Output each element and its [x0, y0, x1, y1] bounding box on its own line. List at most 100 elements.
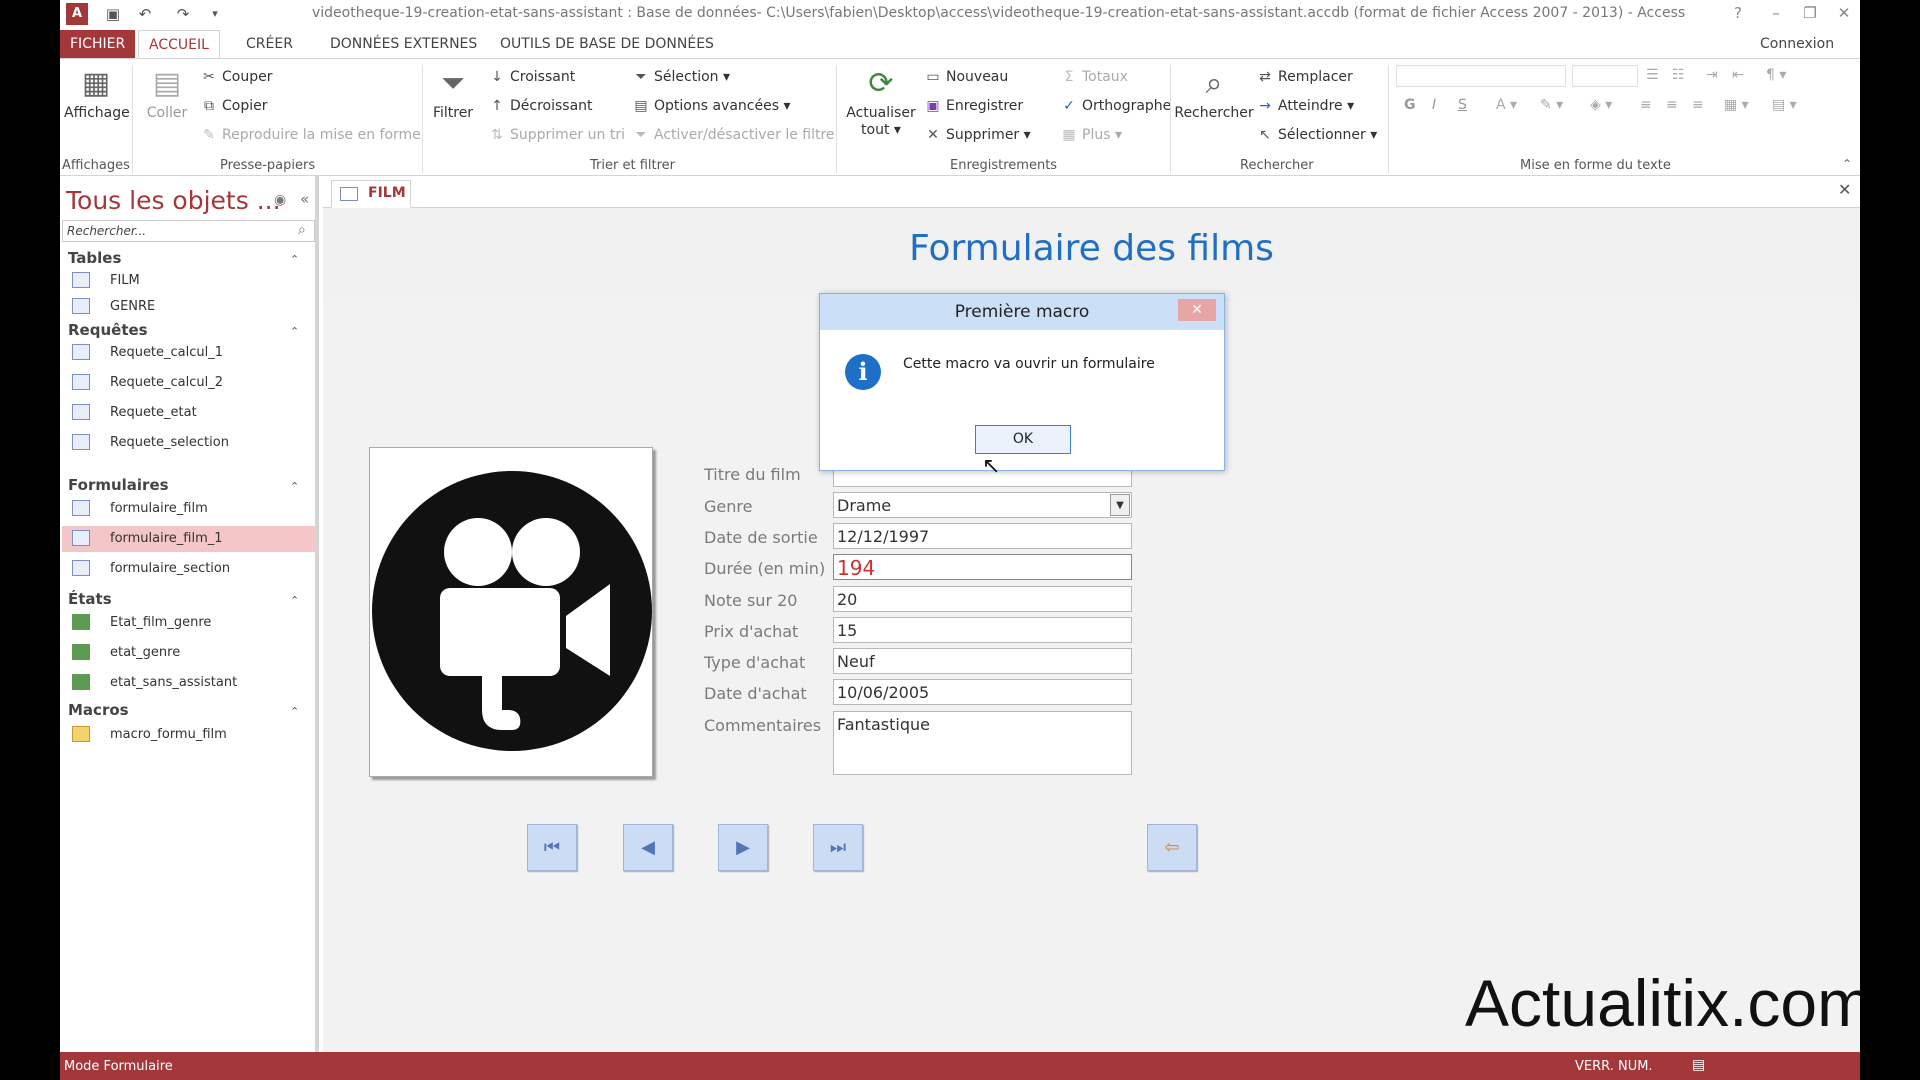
fill-color-icon[interactable]: ◈ ▾	[1590, 97, 1612, 113]
copy-button[interactable]: ⧉ Copier	[200, 98, 268, 114]
italic-button[interactable]: I	[1432, 97, 1436, 113]
nav-item-query[interactable]: Requete_selection	[62, 430, 315, 456]
collapse-pane-icon[interactable]: «	[300, 190, 309, 208]
nav-item-report[interactable]: etat_sans_assistant	[62, 670, 315, 696]
dialog-ok-button[interactable]: OK	[975, 425, 1071, 454]
more-button[interactable]: ▦ Plus ▾	[1060, 127, 1122, 143]
nav-group-requetes[interactable]: Requêtes	[68, 321, 148, 339]
totals-button[interactable]: Σ Totaux	[1060, 69, 1128, 85]
field-date-sortie[interactable]: 12/12/1997	[833, 523, 1132, 549]
field-prix[interactable]: 15	[833, 617, 1132, 643]
nav-item-query[interactable]: Requete_calcul_1	[62, 340, 315, 366]
help-icon[interactable]: ?	[1724, 2, 1752, 24]
delete-record-button[interactable]: ✕ Supprimer ▾	[924, 127, 1031, 143]
nav-group-macros[interactable]: Macros	[68, 701, 129, 719]
sort-descending-button[interactable]: ↑ Décroissant	[488, 98, 592, 114]
highlight-icon[interactable]: ✎ ▾	[1540, 97, 1563, 113]
gridlines-icon[interactable]: ▤ ▾	[1772, 97, 1797, 113]
close-window-icon[interactable]: ✕	[1830, 2, 1858, 24]
tab-accueil[interactable]: ACCUEIL	[138, 30, 220, 58]
nav-item-form[interactable]: formulaire_film	[62, 496, 315, 522]
nav-group-etats[interactable]: États	[68, 590, 112, 608]
remove-sort-button[interactable]: ⇅ Supprimer un tri	[488, 127, 625, 143]
nav-item-macro[interactable]: macro_formu_film	[62, 722, 315, 748]
restore-icon[interactable]: ❐	[1796, 2, 1824, 24]
document-tab-film[interactable]: FILM	[331, 180, 411, 208]
field-duree[interactable]: 194	[833, 554, 1132, 580]
nav-menu-icon[interactable]: ◉	[274, 192, 286, 208]
advanced-filter-button[interactable]: ▤ Options avancées ▾	[632, 98, 790, 114]
collapse-group-icon[interactable]: ⌃	[290, 253, 299, 266]
field-genre-combobox[interactable]: Drame ▼	[833, 492, 1132, 518]
field-note[interactable]: 20	[833, 586, 1132, 612]
sort-ascending-button[interactable]: ↓ Croissant	[488, 69, 575, 85]
bold-button[interactable]: G	[1404, 97, 1416, 113]
field-commentaires[interactable]: Fantastique	[833, 711, 1132, 775]
align-left-icon[interactable]: ≡	[1640, 97, 1652, 113]
paragraph-icon[interactable]: ¶ ▾	[1766, 67, 1786, 83]
goto-button[interactable]: → Atteindre ▾	[1256, 98, 1354, 114]
collapse-group-icon[interactable]: ⌃	[290, 705, 299, 718]
nav-item-query[interactable]: Requete_etat	[62, 400, 315, 426]
numbering-icon[interactable]: ☷	[1672, 67, 1685, 83]
align-center-icon[interactable]: ≡	[1666, 97, 1678, 113]
redo-icon[interactable]: ↷	[172, 3, 194, 25]
customize-quick-access-icon[interactable]: ▾	[204, 3, 226, 25]
find-button[interactable]: ⌕ Rechercher	[1174, 67, 1254, 122]
spelling-button[interactable]: ✓ Orthographe	[1060, 98, 1171, 114]
exit-form-button[interactable]: ⇦	[1147, 824, 1197, 871]
nav-item-report[interactable]: Etat_film_genre	[62, 610, 315, 636]
collapse-ribbon-icon[interactable]: ⌃	[1842, 157, 1852, 171]
filter-button[interactable]: ⏷ Filtrer	[430, 67, 476, 122]
tab-outils-base-donnees[interactable]: OUTILS DE BASE DE DONNÉES	[490, 30, 724, 58]
bullets-icon[interactable]: ☰	[1646, 67, 1659, 83]
toggle-filter-button[interactable]: ⏷ Activer/désactiver le filtre	[632, 127, 834, 143]
minimize-icon[interactable]: –	[1762, 2, 1790, 24]
undo-icon[interactable]: ↶	[134, 3, 156, 25]
underline-button[interactable]: S	[1458, 97, 1467, 113]
format-painter-button[interactable]: ✎ Reproduire la mise en forme	[200, 127, 421, 143]
nav-item-query[interactable]: Requete_calcul_2	[62, 370, 315, 396]
tab-fichier[interactable]: FICHIER	[60, 30, 136, 58]
nav-group-formulaires[interactable]: Formulaires	[68, 476, 169, 494]
save-record-button[interactable]: ▣ Enregistrer	[924, 98, 1023, 114]
cut-button[interactable]: ✂ Couper	[200, 69, 272, 85]
dialog-close-icon[interactable]: ✕	[1178, 299, 1216, 321]
nav-item-report[interactable]: etat_genre	[62, 640, 315, 666]
last-record-button[interactable]: ⏭	[813, 824, 863, 871]
tab-donnees-externes[interactable]: DONNÉES EXTERNES	[320, 30, 487, 58]
next-record-button[interactable]: ▶	[718, 824, 768, 871]
nav-item-genre-table[interactable]: GENRE	[62, 294, 315, 320]
chevron-down-icon[interactable]: ▼	[1110, 494, 1130, 516]
font-color-icon[interactable]: A ▾	[1496, 97, 1517, 113]
field-type[interactable]: Neuf	[833, 648, 1132, 674]
tab-creer[interactable]: CRÉER	[236, 30, 303, 58]
outdent-icon[interactable]: ⇤	[1732, 67, 1744, 83]
view-button[interactable]: ▦ Affichage	[64, 67, 130, 122]
font-name-dropdown[interactable]	[1396, 65, 1566, 87]
nav-item-film-table[interactable]: FILM	[62, 268, 315, 294]
previous-record-button[interactable]: ◀	[623, 824, 673, 871]
nav-title[interactable]: Tous les objets ...	[66, 186, 281, 215]
collapse-group-icon[interactable]: ⌃	[290, 325, 299, 338]
new-record-button[interactable]: ▭ Nouveau	[924, 69, 1008, 85]
replace-button[interactable]: ⇄ Remplacer	[1256, 69, 1353, 85]
nav-item-form[interactable]: formulaire_section	[62, 556, 315, 582]
paste-button[interactable]: ▤ Coller	[142, 67, 192, 122]
collapse-group-icon[interactable]: ⌃	[290, 480, 299, 493]
background-color-icon[interactable]: ▦ ▾	[1724, 97, 1749, 113]
font-size-dropdown[interactable]	[1572, 65, 1638, 87]
first-record-button[interactable]: ⏮	[527, 824, 577, 871]
account-link[interactable]: Connexion	[1750, 30, 1844, 58]
form-view-icon[interactable]: ▤	[1692, 1057, 1705, 1073]
nav-item-form-selected[interactable]: formulaire_film_1	[62, 526, 315, 552]
nav-group-tables[interactable]: Tables	[68, 249, 121, 267]
field-date-achat[interactable]: 10/06/2005	[833, 679, 1132, 705]
nav-search-input[interactable]: Rechercher...	[62, 220, 315, 242]
save-icon[interactable]: ▣	[102, 3, 124, 25]
refresh-all-button[interactable]: ⟳ Actualiser tout ▾	[846, 67, 916, 139]
align-right-icon[interactable]: ≡	[1692, 97, 1704, 113]
selection-filter-button[interactable]: ⏷ Sélection ▾	[632, 69, 730, 85]
select-button[interactable]: ↖ Sélectionner ▾	[1256, 127, 1377, 143]
indent-icon[interactable]: ⇥	[1706, 67, 1718, 83]
